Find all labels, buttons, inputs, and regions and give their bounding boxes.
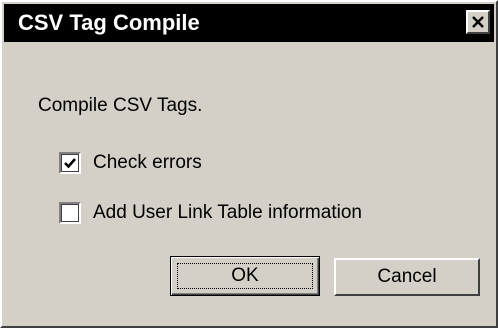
ok-button[interactable]: OK [170, 256, 320, 296]
close-icon [472, 16, 484, 28]
check-errors-checkbox[interactable] [59, 152, 81, 174]
check-errors-label: Check errors [93, 152, 202, 173]
ok-button-label: OK [231, 265, 259, 286]
add-user-link-table-checkbox[interactable] [59, 202, 81, 224]
csv-tag-compile-dialog: CSV Tag Compile Compile CSV Tags. Check … [0, 0, 498, 328]
window-title: CSV Tag Compile [18, 10, 200, 35]
add-user-link-table-option[interactable]: Add User Link Table information [59, 200, 362, 226]
check-errors-option[interactable]: Check errors [59, 150, 202, 176]
dialog-message: Compile CSV Tags. [38, 95, 203, 116]
title-bar[interactable]: CSV Tag Compile [4, 4, 494, 42]
checkmark-icon [64, 158, 76, 169]
cancel-button-label: Cancel [377, 266, 437, 287]
add-user-link-table-label: Add User Link Table information [93, 202, 362, 223]
close-button[interactable] [466, 10, 490, 34]
cancel-button[interactable]: Cancel [334, 258, 480, 296]
